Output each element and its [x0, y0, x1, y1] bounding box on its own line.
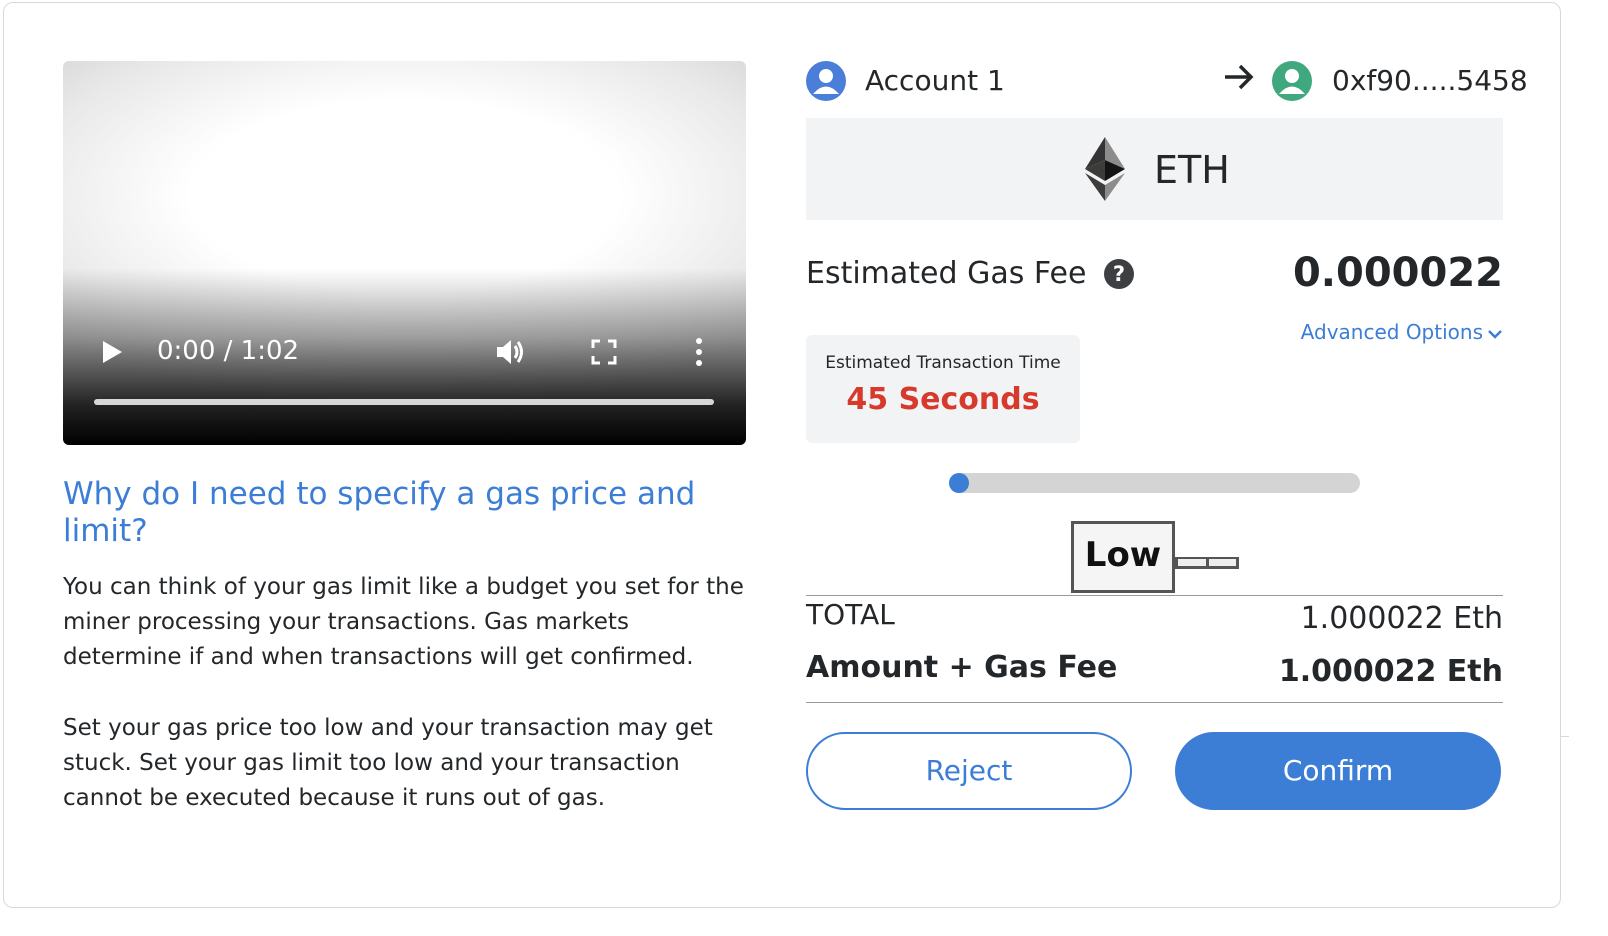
- from-avatar-icon: [806, 61, 846, 105]
- total-label: TOTAL: [806, 598, 895, 631]
- from-account-name: Account 1: [865, 64, 1005, 97]
- chevron-down-icon: [1488, 329, 1502, 339]
- amount-gas-value: 1.000022 Eth: [1278, 654, 1503, 689]
- slider-tick-marks: [1175, 557, 1239, 569]
- help-paragraph-1: You can think of your gas limit like a b…: [63, 574, 744, 670]
- question-icon[interactable]: ?: [1103, 258, 1135, 294]
- transaction-time-label: Estimated Transaction Time: [825, 353, 1061, 373]
- arrow-right-icon: [1222, 62, 1256, 96]
- volume-icon[interactable]: [494, 335, 528, 373]
- play-icon[interactable]: [100, 339, 124, 369]
- help-paragraph-2: Set your gas price too low and your tran…: [63, 715, 713, 811]
- fullscreen-icon[interactable]: [591, 339, 617, 369]
- video-time: 0:00 / 1:02: [157, 336, 300, 366]
- total-value: 1.000022 Eth: [1300, 601, 1503, 636]
- svg-text:?: ?: [1113, 262, 1125, 286]
- gas-speed-label: Low: [1071, 521, 1175, 593]
- token-name: ETH: [1154, 148, 1230, 192]
- advanced-options-label: Advanced Options: [1300, 320, 1483, 344]
- amount-gas-label: Amount + Gas Fee: [806, 650, 1118, 685]
- gas-speed-slider[interactable]: [949, 473, 1360, 493]
- gas-fee-label: Estimated Gas Fee: [806, 256, 1087, 291]
- advanced-options-link[interactable]: Advanced Options: [1301, 320, 1503, 344]
- gas-fee-value: 0.000022: [1292, 250, 1503, 296]
- transaction-time-value: 45 Seconds: [846, 382, 1040, 417]
- divider: [806, 595, 1503, 596]
- to-avatar-icon: [1272, 61, 1312, 105]
- eth-icon: [1084, 137, 1126, 205]
- video-player[interactable]: [63, 61, 746, 445]
- reject-button[interactable]: Reject: [806, 732, 1132, 810]
- divider: [1561, 736, 1569, 737]
- to-address: 0xf90.....5458: [1332, 64, 1528, 97]
- help-title: Why do I need to specify a gas price and…: [63, 476, 696, 549]
- confirm-button[interactable]: Confirm: [1175, 732, 1501, 810]
- more-options-icon[interactable]: [688, 337, 710, 371]
- video-progress-track[interactable]: [94, 399, 714, 405]
- transaction-time-box: Estimated Transaction Time 45 Seconds: [806, 335, 1080, 443]
- divider: [806, 702, 1503, 703]
- gas-speed-slider-thumb[interactable]: [949, 473, 969, 493]
